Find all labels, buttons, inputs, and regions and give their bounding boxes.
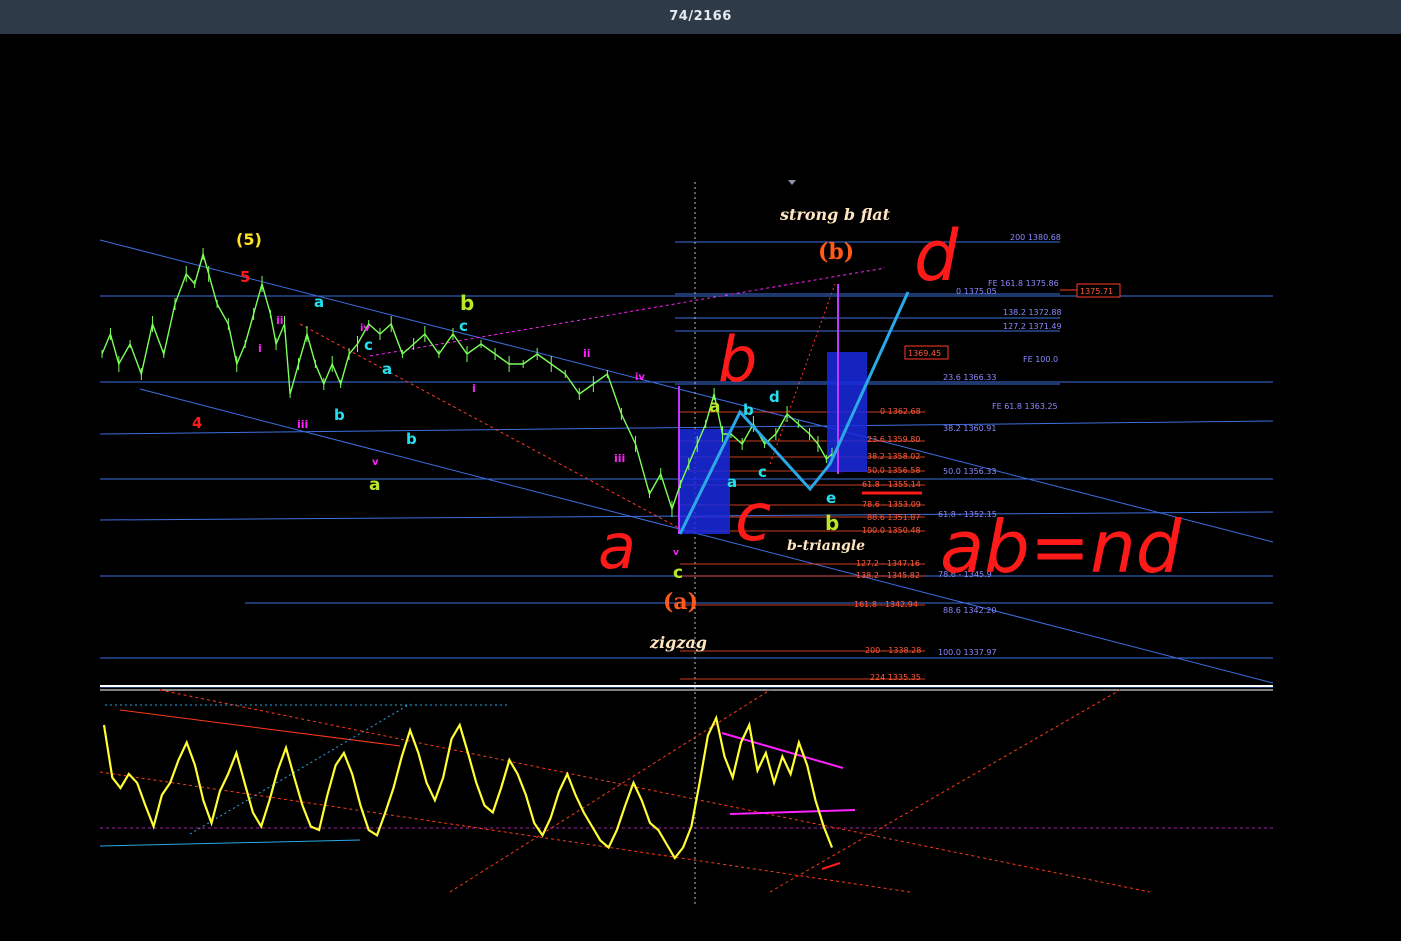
fib-label: 88.6 1351.87	[867, 513, 920, 522]
wave-label: i	[472, 382, 476, 395]
elliott-wave-chart: 200 1380.68 FE 161.8 1375.86 0 1375.05 1…	[99, 180, 1274, 904]
wave-label: iii	[614, 452, 625, 465]
wave-label: a	[369, 475, 380, 495]
fib-label: 138.2 - 1345.82	[856, 571, 920, 580]
wave-label: v	[673, 548, 679, 558]
fib-label: 23.6 1366.33	[943, 373, 996, 382]
wave-label: b	[406, 430, 417, 448]
wave-label: c	[364, 336, 373, 354]
wave-label: iii	[297, 418, 308, 431]
handwritten-formula: ab=nd	[940, 505, 1183, 589]
wave-label: a	[382, 360, 392, 378]
price-box-label: 1375.71	[1080, 287, 1113, 296]
fib-label: 100.0 1337.97	[938, 648, 997, 657]
dropdown-marker-icon[interactable]	[788, 180, 796, 185]
fib-label: 127.2 1371.49	[1003, 322, 1062, 331]
fib-label: FE 100.0	[1023, 355, 1058, 364]
handwritten-d: d	[914, 215, 959, 297]
wave-label: ii	[583, 347, 591, 360]
annotation-strong-b-flat: strong b flat	[779, 205, 891, 224]
fib-label: 50.0 1356.58	[867, 466, 920, 475]
fib-label: 0 1375.05	[956, 287, 997, 296]
wave-label: b	[460, 291, 474, 315]
annotation-wave-b: (b)	[818, 239, 854, 265]
oscillator-series	[102, 714, 834, 860]
wave-label: c	[459, 317, 468, 335]
wave-label: ii	[276, 314, 284, 327]
wave-label: a	[314, 293, 324, 311]
fib-label: 200 1380.68	[1010, 233, 1061, 242]
wave-label: e	[826, 489, 836, 507]
price-box-label: 1369.45	[908, 349, 941, 358]
fib-label: 78.6 - 1353.09	[862, 500, 921, 509]
image-counter: 74/2166	[669, 9, 732, 24]
wave-label: b	[743, 401, 754, 419]
fib-label: 38.2 1360.91	[943, 424, 996, 433]
wave-label: d	[769, 388, 780, 406]
wave-label: iv	[635, 372, 645, 383]
annotation-wave-a: (a)	[663, 589, 698, 615]
wave-label: 4	[192, 414, 202, 432]
annotation-b-triangle: b-triangle	[787, 538, 865, 554]
wave-label: b	[334, 406, 345, 424]
handwritten-a: a	[598, 510, 636, 583]
fib-label: 0 1362.68	[880, 407, 921, 416]
viewer-topbar: 74/2166	[0, 0, 1401, 34]
fib-label: 61.8 - 1355.14	[862, 480, 921, 489]
wave-label: a	[709, 397, 720, 417]
wave-label: i	[258, 342, 262, 355]
fib-label: 50.0 1356.33	[943, 467, 996, 476]
fib-label: 100.0 1350.48	[862, 526, 921, 535]
fib-label: FE 61.8 1363.25	[992, 402, 1058, 411]
wave-label: b	[825, 511, 839, 535]
handwritten-c: c	[735, 479, 771, 556]
oscillator-line	[102, 714, 834, 860]
fib-label: FE 161.8 1375.86	[988, 279, 1059, 288]
wave-label: (5)	[236, 230, 262, 249]
wave-label: v	[372, 457, 379, 468]
fib-label: 138.2 1372.88	[1003, 308, 1062, 317]
wave-label: c	[673, 563, 683, 583]
fib-label: 88.6 1342.20	[943, 606, 996, 615]
oscillator-guides	[99, 689, 1273, 893]
fib-label: 161.8 - 1342.94	[854, 600, 918, 609]
fib-label: 127.2 - 1347.16	[856, 559, 920, 568]
fib-label: 200 - 1338.28	[865, 646, 921, 655]
handwritten-b: b	[718, 323, 757, 396]
fib-label: 224 1335.35	[870, 673, 921, 682]
annotation-zigzag: zigzag	[649, 633, 707, 652]
fib-label: 38.2 1358.02	[867, 452, 920, 461]
fib-label: 23.6 1359.80	[867, 435, 920, 444]
wave-label: iv	[360, 323, 370, 334]
wave-label: 5	[240, 268, 250, 286]
